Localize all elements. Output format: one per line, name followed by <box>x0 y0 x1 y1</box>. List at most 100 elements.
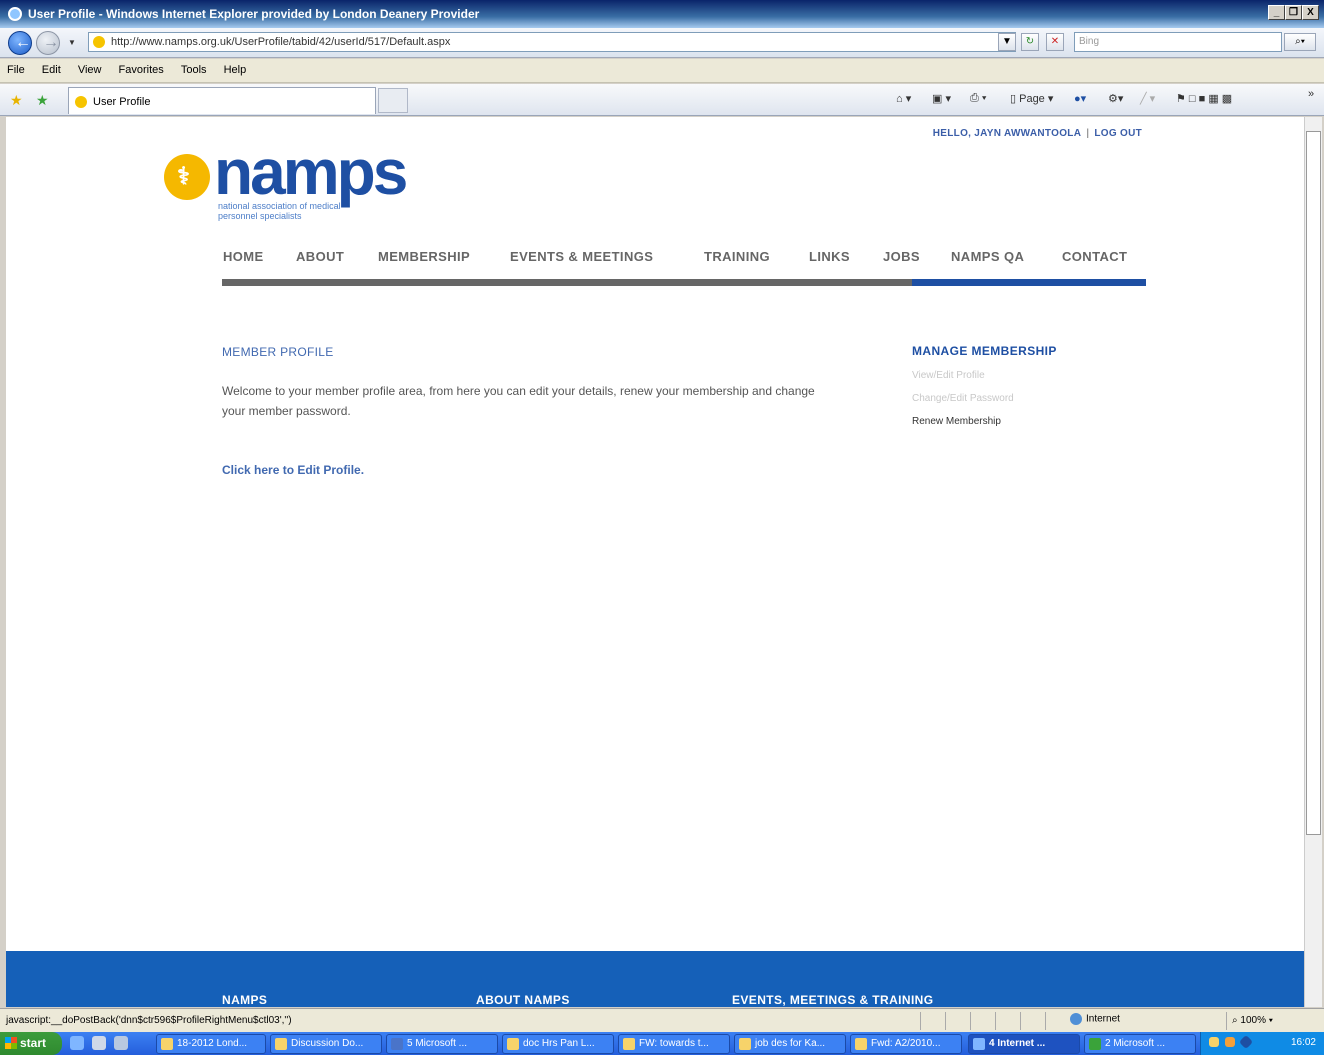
status-divider <box>920 1012 921 1030</box>
nav-contact[interactable]: CONTACT <box>1062 249 1127 264</box>
internet-explorer-icon <box>973 1038 985 1050</box>
taskbar-item[interactable]: job des for Ka... <box>734 1034 846 1054</box>
caduceus-icon: ⚕ <box>177 163 190 190</box>
tab-page-icon <box>75 96 87 108</box>
taskbar-item[interactable]: 5 Microsoft ... <box>386 1034 498 1054</box>
nav-namps-qa[interactable]: NAMPS QA <box>951 249 1024 264</box>
footer-namps[interactable]: NAMPS <box>222 993 267 1007</box>
address-input[interactable]: http://www.namps.org.uk/UserProfile/tabi… <box>88 32 1016 52</box>
tray-icon[interactable] <box>1238 1034 1254 1050</box>
back-button[interactable]: ← <box>8 31 32 55</box>
security-zone[interactable]: Internet <box>1070 1013 1120 1025</box>
mail-icon <box>623 1038 635 1050</box>
nav-divider-accent <box>912 279 1146 286</box>
nav-membership[interactable]: MEMBERSHIP <box>378 249 470 264</box>
ie-quicklaunch-icon[interactable] <box>70 1036 84 1050</box>
renew-membership-link[interactable]: Renew Membership <box>912 416 1001 427</box>
status-text: javascript:__doPostBack('dnn$ctr596$Prof… <box>6 1015 292 1026</box>
taskbar-item[interactable]: FW: towards t... <box>618 1034 730 1054</box>
task-label: Fwd: A2/2010... <box>871 1038 941 1049</box>
nav-about[interactable]: ABOUT <box>296 249 344 264</box>
task-label: Discussion Do... <box>291 1038 364 1049</box>
menu-bar: File Edit View Favorites Tools Help <box>0 59 1324 83</box>
desktop-quicklaunch-icon[interactable] <box>92 1036 106 1050</box>
start-button[interactable]: start <box>0 1032 62 1055</box>
status-divider <box>970 1012 971 1030</box>
forward-button[interactable]: → <box>36 31 60 55</box>
more-tools-button[interactable]: » <box>1308 88 1314 100</box>
tab-user-profile[interactable]: User Profile <box>68 87 376 114</box>
taskbar-item[interactable]: Discussion Do... <box>270 1034 382 1054</box>
refresh-icon[interactable]: ↻ <box>1021 33 1039 51</box>
task-label: job des for Ka... <box>755 1038 826 1049</box>
taskbar-item[interactable]: 2 Microsoft ... <box>1084 1034 1196 1054</box>
research-icon[interactable]: ╱ ▾ <box>1140 92 1155 105</box>
zone-label: Internet <box>1086 1013 1120 1025</box>
page-viewport: HELLO, JAYN AWWANTOOLA | LOG OUT ⚕ namps n… <box>6 117 1304 1007</box>
start-label: start <box>20 1036 47 1050</box>
logout-link[interactable]: LOG OUT <box>1094 128 1142 139</box>
globe-icon <box>1070 1013 1082 1025</box>
menu-help[interactable]: Help <box>217 59 254 81</box>
mail-icon <box>855 1038 867 1050</box>
minimize-button[interactable]: _ <box>1268 5 1285 20</box>
tray-icon[interactable] <box>1209 1037 1219 1047</box>
scrollbar-thumb[interactable] <box>1306 131 1321 835</box>
feeds-icon[interactable]: ▣ ▾ <box>932 92 951 105</box>
back-arrow-icon: ← <box>15 34 31 51</box>
favorites-bar: ★ ★ User Profile ⌂ ▾ ▣ ▾ ⎙ ▾ ▯ Page ▾ ●▾… <box>0 84 1324 116</box>
toolbar-extra-icons[interactable]: ⚑ □ ■ ▦ ▩ <box>1176 92 1232 105</box>
folder-icon <box>507 1038 519 1050</box>
menu-edit[interactable]: Edit <box>35 59 68 81</box>
history-dropdown-icon[interactable]: ▼ <box>68 38 76 47</box>
add-favorite-icon[interactable]: ★ <box>36 92 49 109</box>
excel-icon <box>1089 1038 1101 1050</box>
new-tab-button[interactable] <box>378 88 408 113</box>
tab-label: User Profile <box>93 96 151 108</box>
nav-home[interactable]: HOME <box>223 249 264 264</box>
site-footer: NAMPS ABOUT NAMPS EVENTS, MEETINGS & TRA… <box>6 951 1304 1007</box>
manage-membership-heading: MANAGE MEMBERSHIP <box>912 344 1057 358</box>
taskbar-item[interactable]: 4 Internet ... <box>968 1034 1080 1054</box>
close-button[interactable]: X <box>1302 5 1319 20</box>
taskbar-clock: 16:02 <box>1290 1037 1316 1048</box>
favorites-star-icon[interactable]: ★ <box>10 92 23 109</box>
taskbar-item[interactable]: 18-2012 Lond... <box>156 1034 266 1054</box>
menu-view[interactable]: View <box>71 59 109 81</box>
folder-icon <box>275 1038 287 1050</box>
footer-about-namps[interactable]: ABOUT NAMPS <box>476 993 570 1007</box>
print-icon[interactable]: ⎙ ▾ <box>970 92 986 105</box>
namps-logo[interactable]: ⚕ namps national association of medical … <box>164 136 444 229</box>
taskbar-item[interactable]: Fwd: A2/2010... <box>850 1034 962 1054</box>
search-placeholder: Bing <box>1079 36 1100 47</box>
change-password-link[interactable]: Change/Edit Password <box>912 393 1014 404</box>
search-icon[interactable]: ⌕▾ <box>1284 33 1316 51</box>
status-divider <box>1020 1012 1021 1030</box>
stop-icon[interactable]: ✕ <box>1046 33 1064 51</box>
home-icon[interactable]: ⌂ ▾ <box>896 92 911 105</box>
view-edit-profile-link[interactable]: View/Edit Profile <box>912 370 985 381</box>
footer-events-training[interactable]: EVENTS, MEETINGS & TRAINING <box>732 993 933 1007</box>
mail-icon <box>739 1038 751 1050</box>
nav-jobs[interactable]: JOBS <box>883 249 920 264</box>
edit-profile-link[interactable]: Click here to Edit Profile. <box>222 463 364 477</box>
help-icon[interactable]: ●▾ <box>1074 92 1086 105</box>
tools-icon[interactable]: ⚙▾ <box>1108 92 1123 105</box>
menu-favorites[interactable]: Favorites <box>112 59 171 81</box>
outlook-quicklaunch-icon[interactable] <box>114 1036 128 1050</box>
restore-button[interactable]: ❐ <box>1285 5 1302 20</box>
nav-events-meetings[interactable]: EVENTS & MEETINGS <box>510 249 653 264</box>
zoom-level[interactable]: ⌕ 100% ▾ <box>1232 1015 1273 1026</box>
menu-tools[interactable]: Tools <box>174 59 214 81</box>
tray-icon[interactable] <box>1225 1037 1235 1047</box>
nav-training[interactable]: TRAINING <box>704 249 770 264</box>
task-label: 4 Internet ... <box>989 1038 1046 1049</box>
page-menu[interactable]: ▯ Page ▾ <box>1010 92 1053 105</box>
menu-file[interactable]: File <box>0 59 32 81</box>
member-profile-heading: MEMBER PROFILE <box>222 345 334 359</box>
vertical-scrollbar[interactable] <box>1304 117 1322 1007</box>
address-dropdown-button[interactable]: ▼ <box>998 33 1016 51</box>
search-input[interactable]: Bing <box>1074 32 1282 52</box>
taskbar-item[interactable]: doc Hrs Pan L... <box>502 1034 614 1054</box>
nav-links[interactable]: LINKS <box>809 249 850 264</box>
